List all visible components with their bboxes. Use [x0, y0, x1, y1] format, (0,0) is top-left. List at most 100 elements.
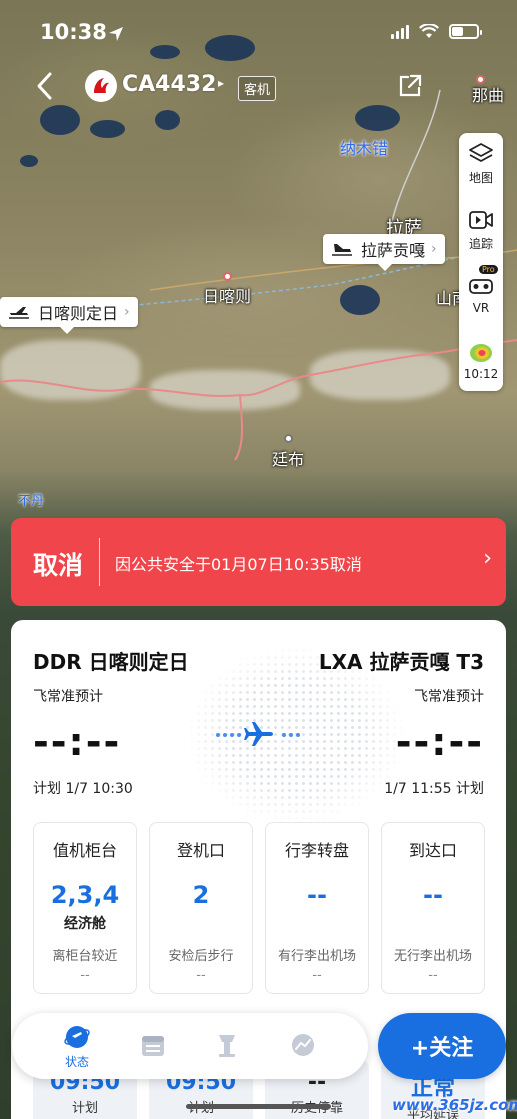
arrival-time: --:--	[395, 720, 484, 764]
share-icon[interactable]	[396, 72, 424, 100]
map-label-namtso: 纳木错	[340, 139, 389, 158]
arrival-plan-time: 1/7 11:55	[384, 781, 452, 797]
map-label-bhutan: 不丹	[18, 494, 45, 509]
road-line	[389, 89, 441, 231]
tool-label: 追踪	[468, 237, 493, 251]
arrival-exit-box[interactable]: 到达口 -- 无行李出机场 --	[381, 822, 485, 994]
takeoff-icon	[9, 307, 29, 319]
tool-label: 10:12	[463, 367, 499, 381]
chevron-right-icon: ›	[124, 304, 130, 320]
tool-map-layers[interactable]: 地图	[459, 141, 503, 186]
tool-tracking[interactable]: 追踪	[459, 207, 503, 252]
info-note-value: --	[312, 968, 322, 983]
arrival-callout-label: 拉萨贡嘎	[361, 241, 426, 260]
info-note-value: --	[196, 968, 206, 983]
arrival-estimate-label: 飞常准预计	[414, 689, 484, 705]
info-value: --	[307, 881, 327, 909]
follow-button[interactable]: +关注	[378, 1013, 506, 1079]
phoenix-logo-icon	[94, 78, 109, 93]
tool-weather-radar[interactable]: 10:12	[459, 339, 503, 381]
signal-icon	[391, 24, 409, 39]
departure-airport[interactable]: DDR 日喀则定日	[33, 646, 189, 675]
landing-icon	[332, 244, 352, 256]
trend-icon	[292, 1034, 314, 1056]
border-line	[234, 394, 244, 461]
arrival-plan-label: 计划	[456, 781, 484, 797]
calendar-icon	[142, 1036, 164, 1056]
city-dot	[284, 434, 293, 443]
tool-vr[interactable]: Pro VR	[459, 265, 503, 315]
top-nav: CA4432 ▸ 客机	[0, 62, 517, 110]
departure-plan-label: 计划	[33, 781, 61, 797]
info-note-value: --	[80, 968, 90, 983]
info-note-value: --	[428, 968, 438, 983]
status-time: 10:38	[40, 20, 107, 44]
pro-badge: Pro	[479, 265, 498, 274]
info-title: 到达口	[408, 841, 457, 860]
weather-radar-icon	[470, 344, 492, 362]
departure-callout[interactable]: 日喀则定日 ›	[0, 297, 138, 334]
departure-plan: 计划 1/7 10:30	[33, 778, 133, 798]
battery-icon	[449, 24, 482, 39]
nav-tab-calendar[interactable]	[128, 1031, 178, 1059]
departure-time: --:--	[33, 720, 122, 764]
city-dot	[223, 272, 232, 281]
departure-plan-time: 1/7 10:30	[65, 781, 133, 797]
info-note: 有行李出机场	[277, 949, 356, 964]
info-title: 登机口	[176, 841, 225, 860]
home-indicator[interactable]	[186, 1104, 331, 1109]
chevron-right-icon: ›	[431, 241, 437, 257]
callout-tail	[60, 327, 74, 334]
nav-tab-label: 状态	[64, 1055, 89, 1069]
vr-icon	[469, 279, 493, 294]
watermark: www.365jz.com	[392, 1096, 517, 1114]
route-dots	[216, 733, 241, 737]
flight-number[interactable]: CA4432	[122, 72, 216, 97]
info-title: 值机柜台	[52, 841, 117, 860]
cancel-title: 取消	[33, 551, 84, 580]
arrival-plan: 1/7 11:55 计划	[384, 778, 484, 798]
arrival-callout[interactable]: 拉萨贡嘎 ›	[323, 234, 445, 271]
chevron-right-icon: ›	[483, 546, 492, 571]
callout-tail	[378, 264, 392, 271]
checkin-counter-box[interactable]: 值机柜台 2,3,4 经济舱 离柜台较近 --	[33, 822, 137, 994]
tool-label: 地图	[468, 171, 493, 185]
info-sub: 经济舱	[64, 916, 106, 932]
nav-tab-status[interactable]: 状态	[52, 1023, 102, 1070]
video-icon	[469, 211, 493, 229]
nav-tab-airport[interactable]	[202, 1031, 252, 1059]
airline-logo	[85, 70, 117, 102]
divider	[99, 538, 100, 586]
location-arrow-icon	[109, 27, 123, 41]
departure-estimate-label: 飞常准预计	[33, 689, 103, 705]
airplane-icon	[244, 722, 273, 746]
cancel-reason: 因公共安全于01月07日10:35取消	[115, 555, 362, 574]
info-value: 2,3,4	[50, 881, 120, 909]
layers-icon	[469, 143, 493, 162]
map-label-tingri: 廷布	[272, 450, 305, 469]
globe-plane-icon	[64, 1026, 90, 1048]
info-note: 离柜台较近	[52, 949, 118, 964]
status-bar: 10:38	[0, 0, 517, 60]
aircraft-tag: 客机	[238, 76, 277, 101]
cancel-banner[interactable]: 取消 因公共安全于01月07日10:35取消 ›	[11, 518, 506, 606]
info-note: 无行李出机场	[393, 949, 472, 964]
map-toolbar: 地图 追踪 Pro VR 10:12	[459, 133, 503, 391]
tower-icon	[219, 1035, 235, 1057]
nav-tab-trend[interactable]	[278, 1031, 328, 1059]
route-dots	[282, 733, 300, 737]
caret-right-icon[interactable]: ▸	[218, 76, 224, 90]
tool-label: VR	[472, 301, 490, 315]
info-note: 安检后步行	[168, 949, 234, 964]
info-value: 2	[192, 881, 210, 909]
map-label-shigatse: 日喀则	[203, 287, 252, 306]
boarding-gate-box[interactable]: 登机口 2 安检后步行 --	[149, 822, 253, 994]
baggage-carousel-box[interactable]: 行李转盘 -- 有行李出机场 --	[265, 822, 369, 994]
info-value: --	[423, 881, 443, 909]
back-arrow-icon[interactable]	[30, 68, 60, 104]
info-boxes: 值机柜台 2,3,4 经济舱 离柜台较近 -- 登机口 2 安检后步行 -- 行…	[33, 822, 485, 994]
bottom-nav: 状态	[12, 1013, 368, 1079]
wifi-icon	[419, 24, 439, 38]
arrival-airport[interactable]: LXA 拉萨贡嘎 T3	[319, 646, 484, 675]
border-line	[0, 339, 517, 398]
